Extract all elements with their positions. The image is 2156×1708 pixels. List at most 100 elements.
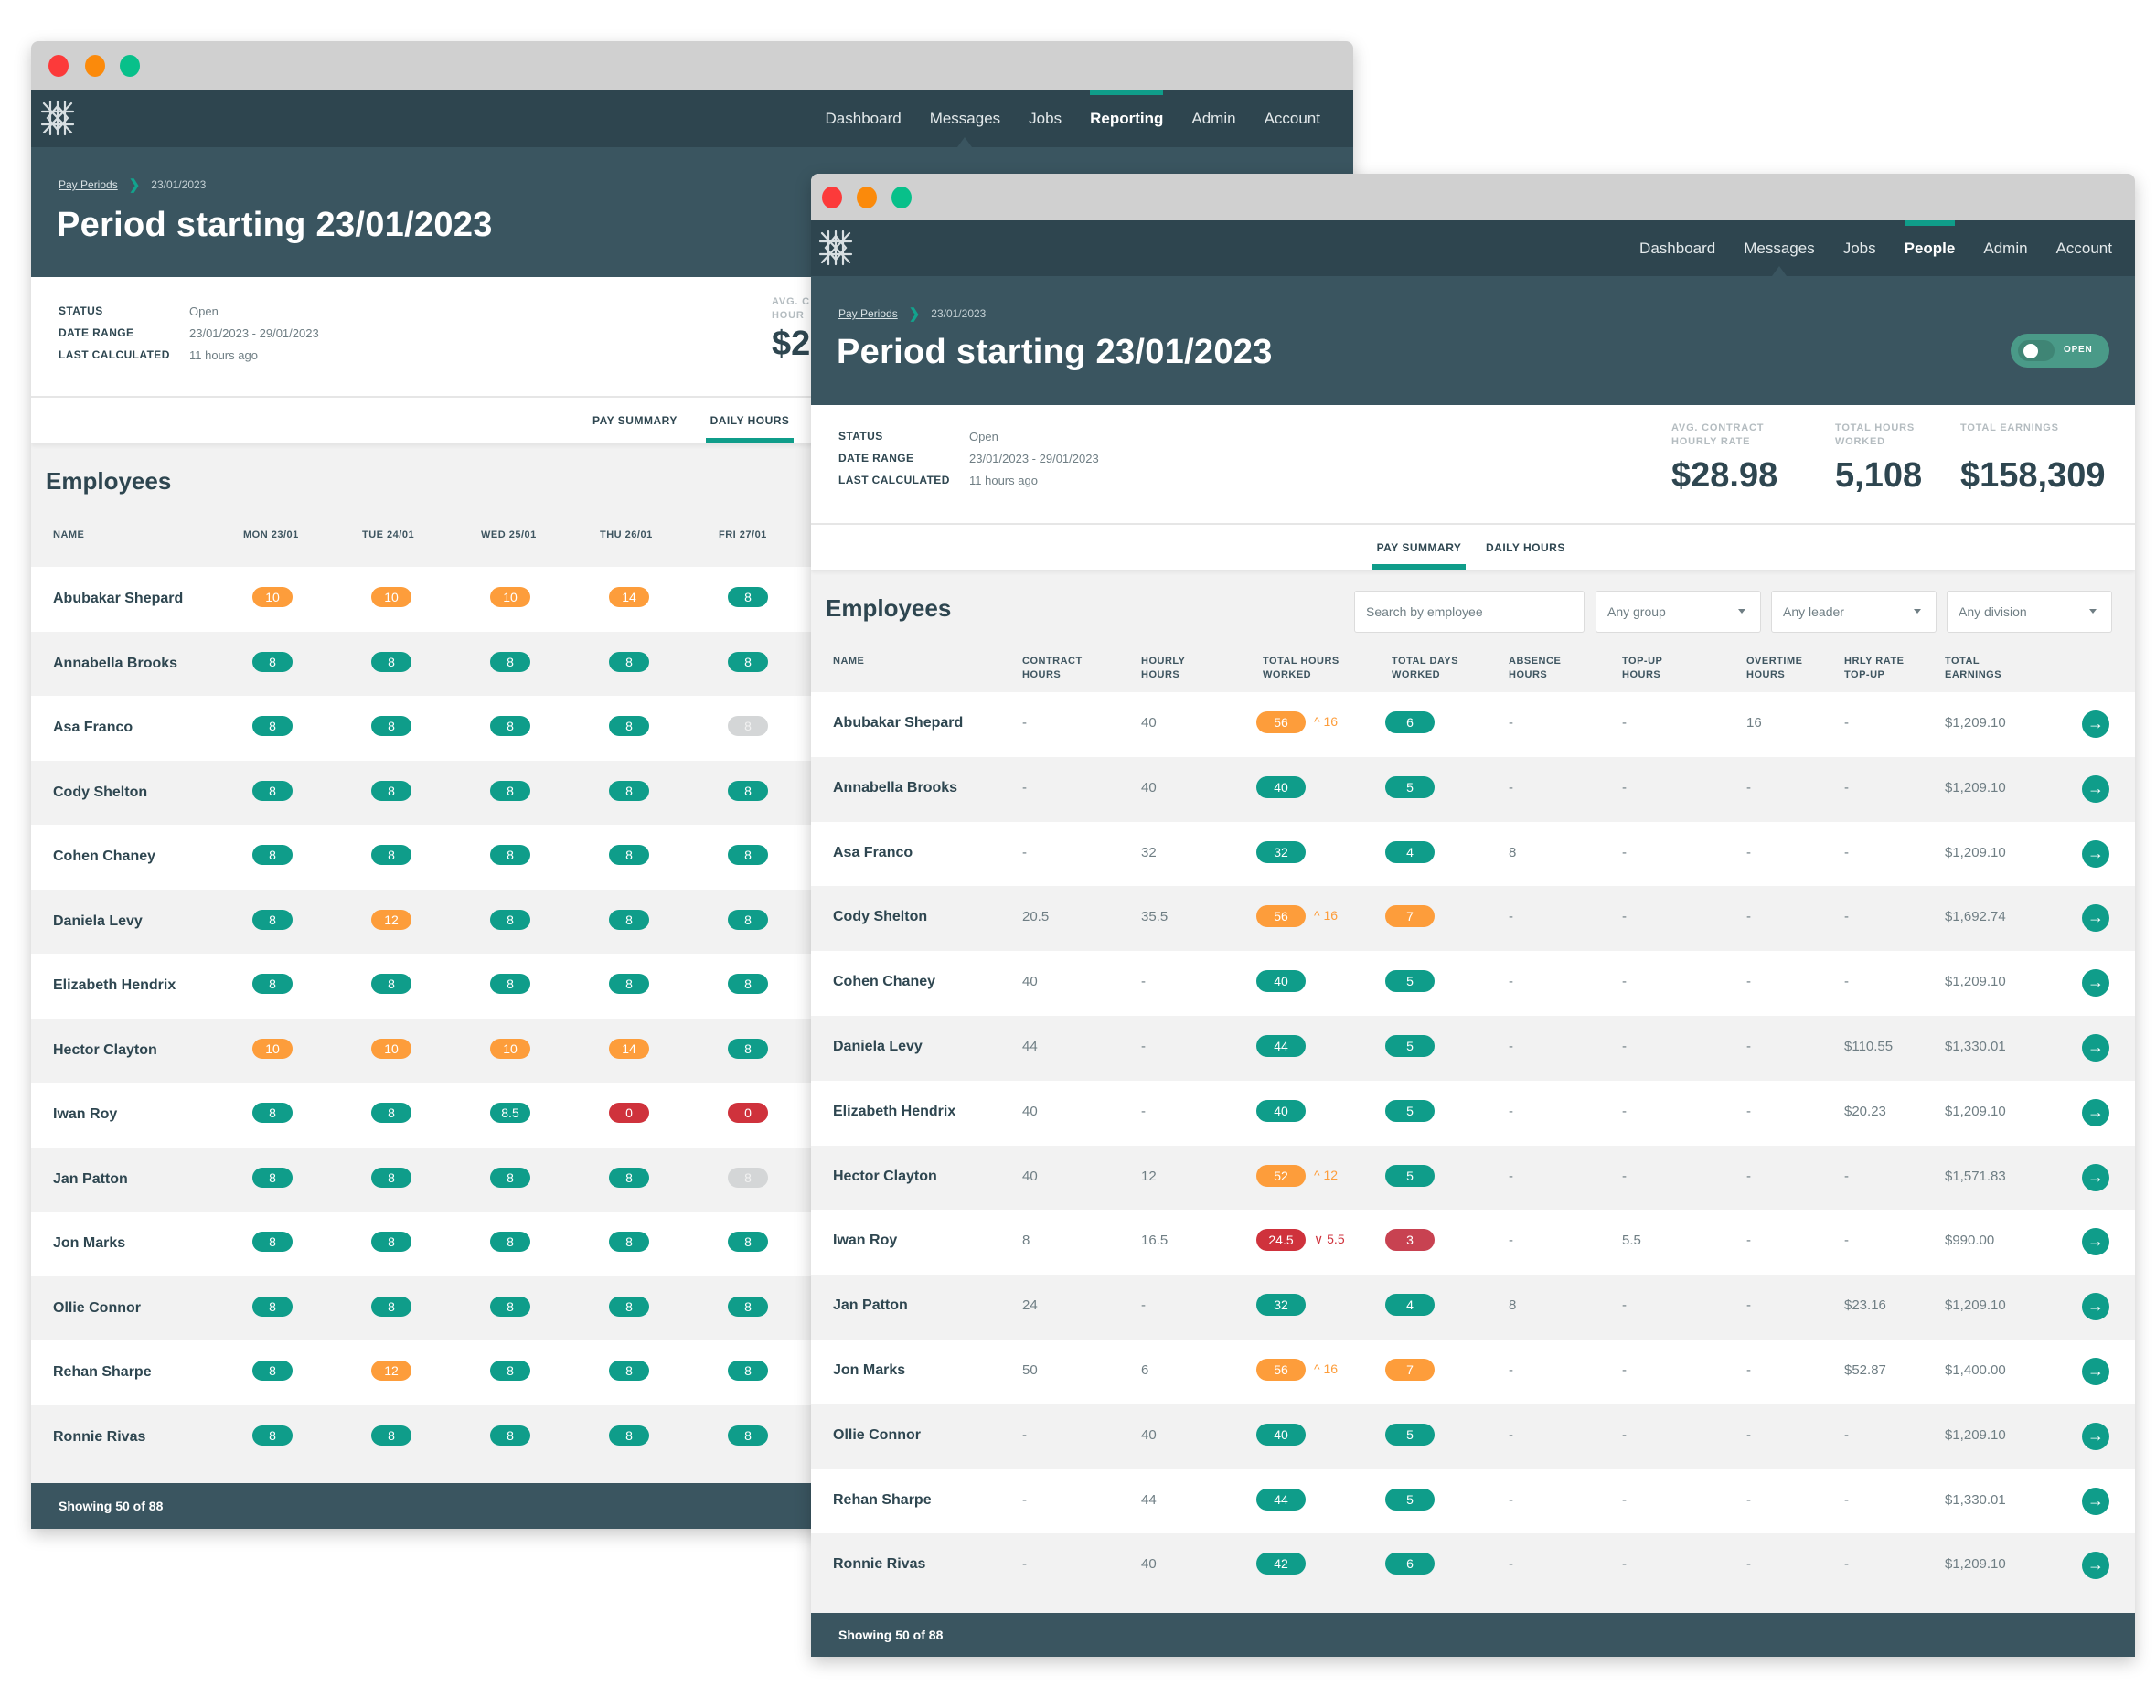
snowflake-logo-icon[interactable] — [38, 99, 77, 137]
view-employee-button[interactable]: → — [2082, 710, 2109, 738]
nav-item-people[interactable]: People — [1904, 220, 1955, 276]
table-row[interactable]: Jon Marks 50 6 56 ^ 16 7 - - - $52.87 $1,400.00 → — [811, 1340, 2135, 1404]
employee-name[interactable]: Jan Patton — [833, 1297, 908, 1314]
employee-name[interactable]: Iwan Roy — [53, 1106, 117, 1123]
nav-item-dashboard[interactable]: Dashboard — [826, 90, 902, 147]
employee-search-input[interactable]: Search by employee — [1354, 591, 1585, 633]
employee-name[interactable]: Cody Shelton — [53, 785, 147, 801]
employee-name[interactable]: Rehan Sharpe — [833, 1492, 932, 1509]
view-employee-button[interactable]: → — [2082, 1163, 2109, 1191]
column-header-mon-23-01[interactable]: MON 23/01 — [243, 528, 299, 542]
employee-name[interactable]: Jon Marks — [833, 1362, 905, 1379]
column-header-top-up-hours[interactable]: TOP-UP HOURS — [1622, 655, 1662, 682]
nav-item-jobs[interactable]: Jobs — [1029, 90, 1062, 147]
column-header-hrly-rate-top-up[interactable]: HRLY RATE TOP-UP — [1844, 655, 1904, 682]
column-header-absence-hours[interactable]: ABSENCE HOURS — [1509, 655, 1561, 682]
column-header-total-days-worked[interactable]: TOTAL DAYS WORKED — [1392, 655, 1458, 682]
table-row[interactable]: Elizabeth Hendrix 40 - 40 5 - - - $20.23 $1,209.1… — [811, 1080, 2135, 1146]
close-window-button[interactable] — [822, 187, 842, 208]
table-row[interactable]: Cohen Chaney 40 - 40 5 - - - - $1,209.10 → — [811, 951, 2135, 1016]
employee-name[interactable]: Annabella Brooks — [833, 780, 957, 796]
employee-name[interactable]: Cody Shelton — [833, 909, 927, 925]
tab-pay-summary[interactable]: PAY SUMMARY — [1372, 525, 1466, 570]
employee-name[interactable]: Asa Franco — [53, 720, 133, 736]
employee-name[interactable]: Daniela Levy — [833, 1039, 923, 1055]
employee-name[interactable]: Ronnie Rivas — [53, 1429, 145, 1446]
employee-name[interactable]: Hector Clayton — [53, 1042, 157, 1059]
employee-name[interactable]: Annabella Brooks — [53, 656, 177, 672]
table-row[interactable]: Jan Patton 24 - 32 4 8 - - $23.16 $1,209.10 → — [811, 1275, 2135, 1340]
view-employee-button[interactable]: → — [2082, 1487, 2109, 1515]
tab-daily-hours[interactable]: DAILY HOURS — [1486, 525, 1565, 570]
table-row[interactable]: Asa Franco - 32 32 4 8 - - - $1,209.10 → — [811, 821, 2135, 887]
nav-item-admin[interactable]: Admin — [1983, 220, 2027, 276]
nav-item-dashboard[interactable]: Dashboard — [1639, 220, 1715, 276]
tab-pay-summary[interactable]: PAY SUMMARY — [592, 398, 678, 443]
table-row[interactable]: Abubakar Shepard - 40 56 ^ 16 6 - - 16 - $1,209.10… — [811, 692, 2135, 757]
employee-name[interactable]: Daniela Levy — [53, 913, 143, 930]
view-employee-button[interactable]: → — [2082, 969, 2109, 998]
nav-item-admin[interactable]: Admin — [1191, 90, 1235, 147]
table-row[interactable]: Daniela Levy 44 - 44 5 - - - $110.55 $1,330.01 → — [811, 1016, 2135, 1081]
table-row[interactable]: Hector Clayton 40 12 52 ^ 12 5 - - - - $1,571.83 → — [811, 1145, 2135, 1211]
employee-name[interactable]: Ronnie Rivas — [833, 1556, 925, 1573]
employee-name[interactable]: Jan Patton — [53, 1171, 128, 1188]
employee-name[interactable]: Ollie Connor — [53, 1300, 141, 1317]
minimize-window-button[interactable] — [85, 55, 105, 77]
employee-name[interactable]: Abubakar Shepard — [833, 715, 963, 731]
breadcrumb-pay-periods-link[interactable]: Pay Periods — [59, 178, 118, 191]
breadcrumb-pay-periods-link[interactable]: Pay Periods — [838, 307, 898, 320]
employee-name[interactable]: Iwan Roy — [833, 1233, 897, 1249]
table-row[interactable]: Ollie Connor - 40 40 5 - - - - $1,209.10 → — [811, 1404, 2135, 1469]
nav-item-jobs[interactable]: Jobs — [1843, 220, 1876, 276]
view-employee-button[interactable]: → — [2082, 1358, 2109, 1385]
employee-name[interactable]: Rehan Sharpe — [53, 1364, 152, 1381]
table-row[interactable]: Iwan Roy 8 16.5 24.5 ∨ 5.5 3 - 5.5 - - $990.00 → — [811, 1210, 2135, 1276]
view-employee-button[interactable]: → — [2082, 1422, 2109, 1450]
nav-item-account[interactable]: Account — [1265, 90, 1320, 147]
column-header-thu-26-01[interactable]: THU 26/01 — [600, 528, 653, 542]
maximize-window-button[interactable] — [891, 187, 912, 208]
table-row[interactable]: Annabella Brooks - 40 40 5 - - - - $1,209.10 → — [811, 756, 2135, 822]
employee-name[interactable]: Elizabeth Hendrix — [833, 1104, 955, 1120]
employee-name[interactable]: Hector Clayton — [833, 1169, 937, 1185]
view-employee-button[interactable]: → — [2082, 1552, 2109, 1580]
table-row[interactable]: Cody Shelton 20.5 35.5 56 ^ 16 7 - - - - $1,692.74… — [811, 886, 2135, 952]
table-row[interactable]: Rehan Sharpe - 44 44 5 - - - - $1,330.01 → — [811, 1468, 2135, 1534]
column-header-fri-27-01[interactable]: FRI 27/01 — [719, 528, 767, 542]
employee-name[interactable]: Ollie Connor — [833, 1427, 921, 1444]
snowflake-logo-icon[interactable] — [817, 229, 855, 267]
column-header-hourly-hours[interactable]: HOURLY HOURS — [1141, 655, 1185, 682]
view-employee-button[interactable]: → — [2082, 904, 2109, 933]
column-header-tue-24-01[interactable]: TUE 24/01 — [362, 528, 414, 542]
tab-daily-hours[interactable]: DAILY HOURS — [706, 398, 794, 443]
minimize-window-button[interactable] — [857, 187, 877, 208]
employee-name[interactable]: Cohen Chaney — [53, 849, 155, 865]
view-employee-button[interactable]: → — [2082, 1034, 2109, 1062]
column-header-contract-hours[interactable]: CONTRACT HOURS — [1022, 655, 1083, 682]
view-employee-button[interactable]: → — [2082, 1098, 2109, 1126]
employee-name[interactable]: Abubakar Shepard — [53, 591, 183, 607]
division-select[interactable]: Any division — [1947, 591, 2112, 633]
employee-name[interactable]: Jon Marks — [53, 1235, 125, 1252]
nav-item-messages[interactable]: Messages — [930, 90, 1000, 147]
nav-item-reporting[interactable]: Reporting — [1090, 90, 1164, 147]
nav-item-messages[interactable]: Messages — [1744, 220, 1815, 276]
column-header-total-earnings[interactable]: TOTAL EARNINGS — [1945, 655, 2001, 682]
employee-name[interactable]: Elizabeth Hendrix — [53, 977, 176, 994]
employee-name[interactable]: Asa Franco — [833, 845, 913, 861]
table-row[interactable]: Ronnie Rivas - 40 42 6 - - - - $1,209.10 → — [811, 1533, 2135, 1599]
close-window-button[interactable] — [48, 55, 69, 77]
column-header-overtime-hours[interactable]: OVERTIME HOURS — [1746, 655, 1802, 682]
view-employee-button[interactable]: → — [2082, 839, 2109, 868]
leader-select[interactable]: Any leader — [1771, 591, 1937, 633]
column-header-wed-25-01[interactable]: WED 25/01 — [481, 528, 537, 542]
view-employee-button[interactable]: → — [2082, 1293, 2109, 1321]
group-select[interactable]: Any group — [1596, 591, 1761, 633]
nav-item-account[interactable]: Account — [2056, 220, 2112, 276]
period-open-toggle[interactable]: OPEN — [2011, 334, 2109, 368]
view-employee-button[interactable]: → — [2082, 1228, 2109, 1256]
column-header-total-hours-worked[interactable]: TOTAL HOURS WORKED — [1263, 655, 1339, 682]
maximize-window-button[interactable] — [120, 55, 140, 77]
view-employee-button[interactable]: → — [2082, 774, 2109, 803]
